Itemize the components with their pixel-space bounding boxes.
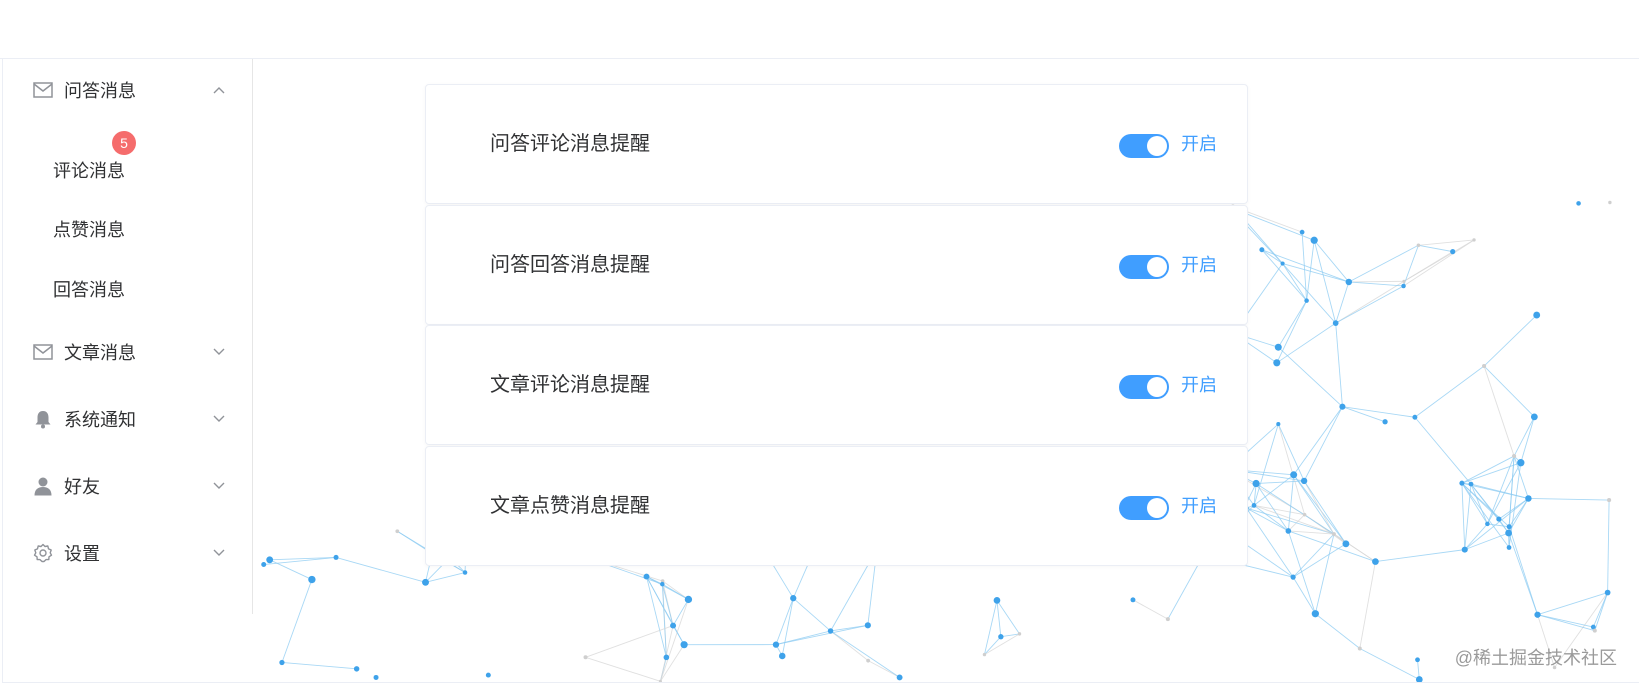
chevron-down-icon	[212, 345, 226, 359]
toggle-switch[interactable]	[1119, 255, 1169, 279]
user-icon	[32, 475, 54, 497]
bell-icon	[32, 408, 54, 430]
toggle-state-label: 开启	[1181, 134, 1217, 154]
toggle-knob	[1147, 498, 1167, 518]
setting-label: 文章点赞消息提醒	[490, 495, 650, 517]
sidebar-group-qa-messages[interactable]: 问答消息	[3, 62, 252, 118]
sidebar-item-label: 点赞消息	[53, 220, 125, 240]
toggle-switch[interactable]	[1119, 375, 1169, 399]
chevron-up-icon	[212, 83, 226, 97]
sidebar-group-article-messages[interactable]: 文章消息	[3, 324, 252, 380]
sidebar-item-like-messages[interactable]: 点赞消息	[3, 201, 252, 257]
setting-label: 文章评论消息提醒	[490, 374, 650, 396]
toggle-state-label: 开启	[1181, 496, 1217, 516]
sidebar-group-label: 设置	[64, 544, 100, 564]
toggle-switch[interactable]	[1119, 496, 1169, 520]
sidebar-menu: 问答消息 5 评论消息 点赞消息 回答消息 文章消息 系统通知 好友 设置	[3, 59, 253, 614]
sidebar-group-label: 问答消息	[64, 81, 136, 101]
chevron-down-icon	[212, 479, 226, 493]
chevron-down-icon	[212, 412, 226, 426]
sidebar-group-system-notifications[interactable]: 系统通知	[3, 391, 252, 447]
setting-label: 问答评论消息提醒	[490, 133, 650, 155]
sidebar-item-label: 回答消息	[53, 280, 125, 300]
setting-card-article-like: 文章点赞消息提醒 开启	[425, 446, 1248, 566]
toggle-knob	[1147, 136, 1167, 156]
toggle-state-label: 开启	[1181, 255, 1217, 275]
mail-icon	[32, 341, 54, 363]
toggle-knob	[1147, 257, 1167, 277]
sidebar-group-label: 好友	[64, 477, 100, 497]
chevron-down-icon	[212, 546, 226, 560]
top-header-bar	[0, 0, 1639, 59]
sidebar-group-label: 系统通知	[64, 410, 136, 430]
toggle-knob	[1147, 377, 1167, 397]
watermark-text: @稀土掘金技术社区	[1454, 648, 1617, 668]
sidebar-group-friends[interactable]: 好友	[3, 458, 252, 514]
setting-card-qa-answer: 问答回答消息提醒 开启	[425, 205, 1248, 325]
setting-card-qa-comment: 问答评论消息提醒 开启	[425, 84, 1248, 204]
sidebar-group-settings[interactable]: 设置	[3, 525, 252, 581]
setting-card-article-comment: 文章评论消息提醒 开启	[425, 325, 1248, 445]
sidebar-item-comment-messages[interactable]: 评论消息	[3, 142, 252, 198]
sidebar-item-label: 评论消息	[53, 161, 125, 181]
toggle-switch[interactable]	[1119, 134, 1169, 158]
mail-icon	[32, 79, 54, 101]
sidebar-group-label: 文章消息	[64, 343, 136, 363]
gear-icon	[32, 542, 54, 564]
setting-label: 问答回答消息提醒	[490, 254, 650, 276]
frame-border-bottom	[2, 682, 1639, 683]
toggle-state-label: 开启	[1181, 375, 1217, 395]
sidebar-item-answer-messages[interactable]: 回答消息	[3, 261, 252, 317]
